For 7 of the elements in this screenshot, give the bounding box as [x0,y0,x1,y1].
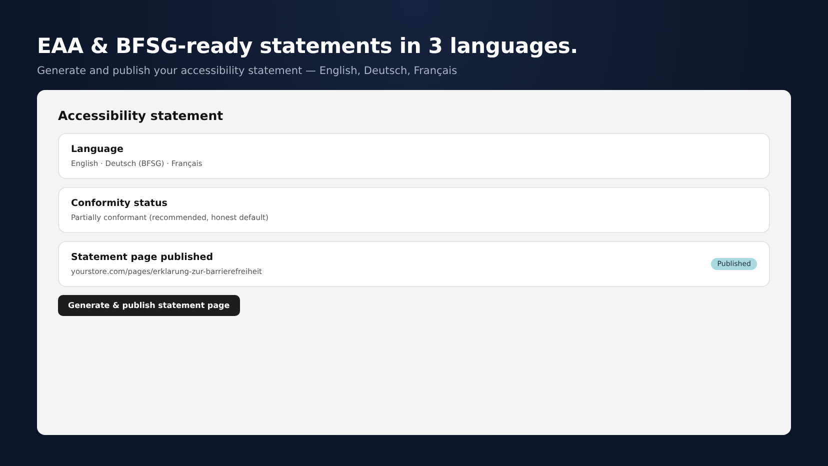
page-subtitle: Generate and publish your accessibility statement — English, Deutsch, Français [37,65,458,77]
panel-heading: Accessibility statement [58,108,224,123]
generate-publish-button[interactable]: Generate & publish statement page [58,295,240,316]
row-label: Language [71,144,124,155]
row-label: Statement page published [71,252,214,263]
row-label: Conformity status [71,198,168,209]
page-title: EAA & BFSG-ready statements in 3 languages. [37,34,579,58]
